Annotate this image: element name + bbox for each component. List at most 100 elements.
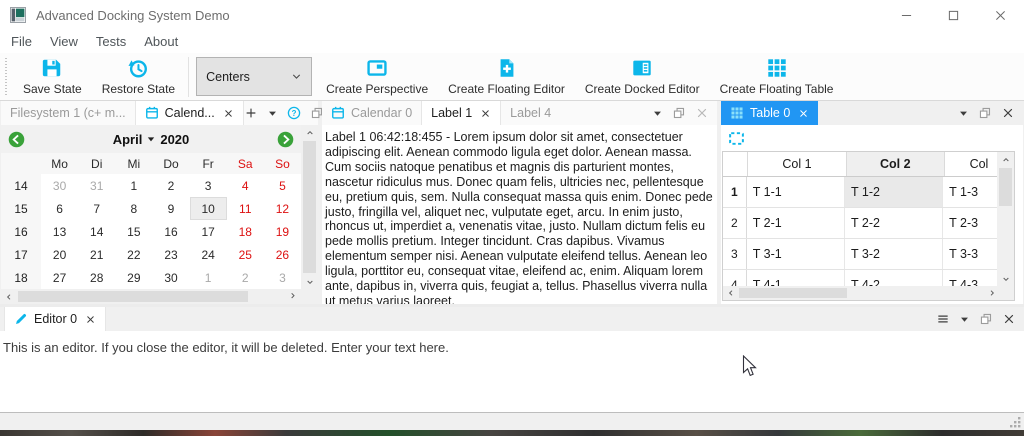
calendar-day[interactable]: 23 [152,243,189,266]
restore-state-button[interactable]: Restore State [92,54,185,99]
calendar-day[interactable]: 1 [190,266,227,289]
menu-file[interactable]: File [2,34,41,49]
calendar-day[interactable]: 29 [115,266,152,289]
close-icon[interactable] [695,106,709,120]
scrollbar-thumb[interactable] [739,288,847,298]
create-docked-editor-button[interactable]: Create Docked Editor [575,54,710,99]
chevron-down-icon[interactable] [652,108,663,119]
float-icon[interactable] [978,106,992,120]
calendar-day[interactable]: 9 [152,197,189,220]
scroll-left-icon[interactable] [1,289,16,304]
column-header[interactable]: Col 1 [748,152,846,176]
calendar-day[interactable]: 11 [227,197,264,220]
calendar-day[interactable]: 15 [115,220,152,243]
calendar-vertical-scrollbar[interactable] [301,125,318,289]
calendar-next-month-button[interactable] [277,131,294,148]
close-icon[interactable] [85,314,96,325]
calendar-day[interactable]: 25 [227,243,264,266]
table-horizontal-scrollbar[interactable] [723,286,997,300]
tab-label-4[interactable]: Label 4 [501,101,560,125]
calendar-day[interactable]: 18 [227,220,264,243]
column-header[interactable]: Col 2 [847,152,945,176]
calendar-day[interactable]: 1 [115,174,152,197]
minimize-button[interactable] [883,0,930,30]
close-icon[interactable] [1002,312,1016,326]
table-cell[interactable]: T 3-1 [747,239,845,269]
calendar-day[interactable]: 28 [78,266,115,289]
calendar-prev-month-button[interactable] [8,131,25,148]
calendar-day[interactable]: 12 [264,197,301,220]
tab-filesystem-1-c-m[interactable]: Filesystem 1 (c+ m... [1,101,135,125]
chevron-down-icon[interactable] [267,108,278,119]
perspective-combobox[interactable]: Centers [196,57,312,96]
calendar-day[interactable]: 22 [115,243,152,266]
calendar-day[interactable]: 24 [190,243,227,266]
table-cell[interactable]: T 2-1 [747,208,845,238]
editor-content[interactable]: This is an editor. If you close the edit… [0,331,1024,412]
calendar-day[interactable]: 10 [190,197,227,220]
scrollbar-thumb[interactable] [999,168,1012,206]
plus-icon[interactable] [244,106,258,120]
close-button[interactable] [977,0,1024,30]
scroll-down-icon[interactable] [997,271,1014,286]
dashed-box-icon[interactable] [728,130,745,147]
calendar-day[interactable]: 5 [264,174,301,197]
calendar-month[interactable]: April [113,132,143,147]
calendar-day[interactable]: 26 [264,243,301,266]
scroll-up-icon[interactable] [997,152,1014,167]
calendar-month-year[interactable]: April 2020 [25,132,277,147]
table-cell[interactable]: T 3-2 [845,239,943,269]
calendar-day[interactable]: 16 [152,220,189,243]
resize-grip[interactable] [1009,416,1022,429]
scrollbar-thumb[interactable] [303,141,316,273]
table-corner-cell[interactable] [723,152,748,176]
chevron-down-icon[interactable] [959,314,970,325]
calendar-day[interactable]: 17 [190,220,227,243]
month-dropdown-icon[interactable] [147,135,155,143]
calendar-day[interactable]: 30 [152,266,189,289]
calendar-day[interactable]: 31 [78,174,115,197]
tab-editor-0[interactable]: Editor 0 [4,307,106,331]
calendar-year[interactable]: 2020 [160,132,189,147]
table-cell[interactable]: T 2-2 [845,208,943,238]
row-header[interactable]: 3 [723,239,747,269]
table-vertical-scrollbar[interactable] [997,152,1014,286]
save-state-button[interactable]: Save State [13,54,92,99]
calendar-day[interactable]: 19 [264,220,301,243]
float-icon[interactable] [672,106,686,120]
create-floating-editor-button[interactable]: Create Floating Editor [438,54,575,99]
hamburger-icon[interactable] [936,312,950,326]
menu-about[interactable]: About [135,34,187,49]
scroll-right-icon[interactable] [286,289,301,304]
calendar-day[interactable]: 8 [115,197,152,220]
maximize-button[interactable] [930,0,977,30]
table-cell[interactable]: T 1-2 [845,177,943,207]
tab-calend[interactable]: Calend... [135,101,244,125]
calendar-day[interactable]: 20 [41,243,78,266]
tab-calendar-0[interactable]: Calendar 0 [322,101,421,125]
calendar-day[interactable]: 13 [41,220,78,243]
calendar-day[interactable]: 30 [41,174,78,197]
row-header[interactable]: 2 [723,208,747,238]
create-floating-table-button[interactable]: Create Floating Table [710,54,844,99]
menu-view[interactable]: View [41,34,87,49]
menu-tests[interactable]: Tests [87,34,135,49]
scroll-left-icon[interactable] [723,286,738,300]
calendar-day[interactable]: 3 [264,266,301,289]
calendar-horizontal-scrollbar[interactable] [1,289,301,304]
chevron-down-icon[interactable] [958,108,969,119]
calendar-day[interactable]: 3 [190,174,227,197]
toolbar-drag-handle[interactable] [5,58,7,96]
tab-table-0[interactable]: Table 0 [721,101,818,125]
row-header[interactable]: 1 [723,177,747,207]
help-icon[interactable]: ? [287,106,301,120]
close-icon[interactable] [798,108,809,119]
close-icon[interactable] [223,108,234,119]
float-icon[interactable] [979,312,993,326]
scroll-down-icon[interactable] [301,274,318,289]
combo-chevron-icon[interactable] [291,71,302,82]
scroll-right-icon[interactable] [982,286,997,300]
calendar-day[interactable]: 14 [78,220,115,243]
calendar-day[interactable]: 7 [78,197,115,220]
close-icon[interactable] [480,108,491,119]
